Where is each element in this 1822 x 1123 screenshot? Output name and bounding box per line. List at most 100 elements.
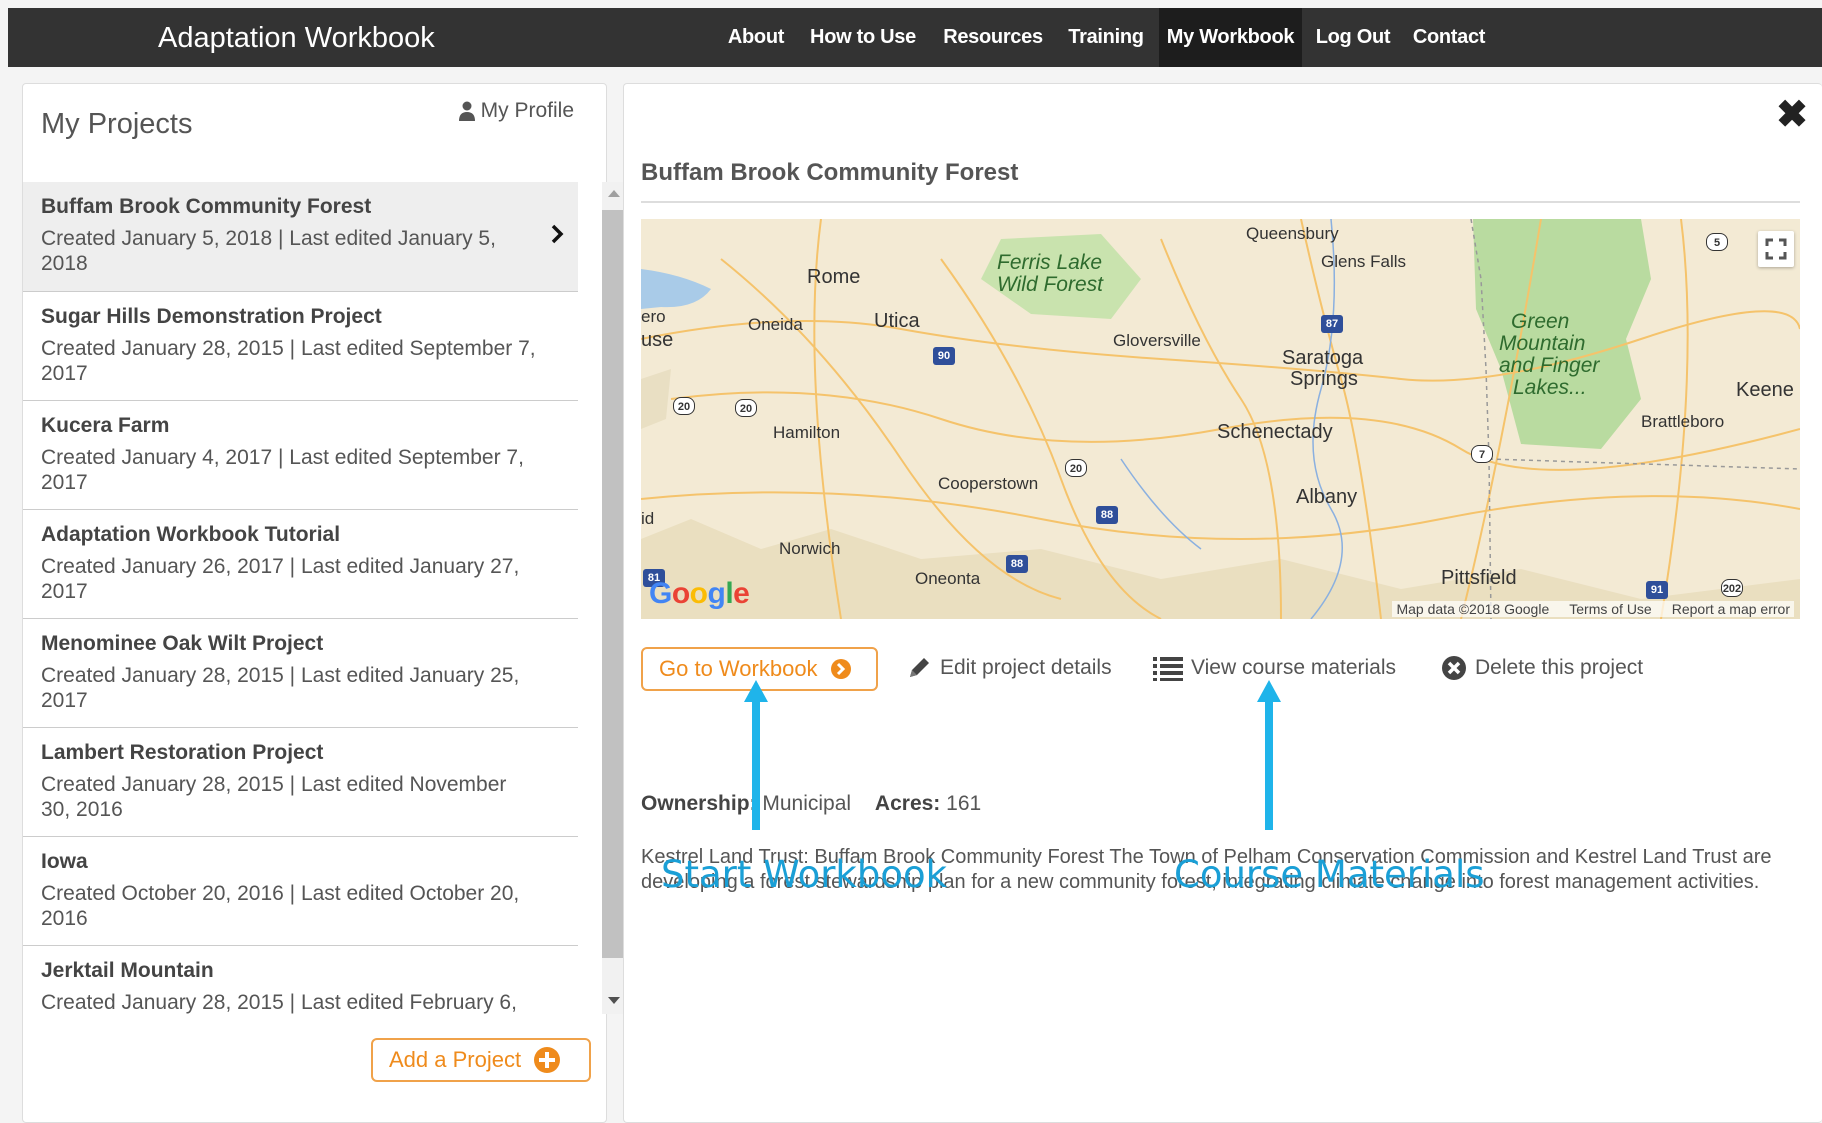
map-report-link[interactable]: Report a map error xyxy=(1672,601,1790,617)
map-label: and Finger xyxy=(1499,354,1600,377)
my-profile-link[interactable]: My Profile xyxy=(458,99,574,123)
google-logo: Google xyxy=(649,577,750,610)
project-name: Buffam Brook Community Forest xyxy=(41,195,372,218)
nav-log-out[interactable]: Log Out xyxy=(1310,8,1396,67)
map-footer: Map data ©2018 Google Terms of Use Repor… xyxy=(1392,601,1794,617)
route-shield: 7 xyxy=(1471,445,1493,463)
my-profile-label: My Profile xyxy=(480,99,574,122)
map-label: Oneida xyxy=(748,315,803,334)
plus-circle-icon xyxy=(534,1047,561,1073)
project-meta: Ownership: Municipal Acres: 161 xyxy=(641,792,981,816)
map-label: Keene xyxy=(1736,379,1794,401)
map-label: Cooperstown xyxy=(938,474,1039,493)
project-item[interactable]: Adaptation Workbook Tutorial Created Jan… xyxy=(23,509,578,618)
route-shield: 88 xyxy=(1006,555,1028,573)
map-label: Brattleboro xyxy=(1641,412,1725,431)
list-icon xyxy=(1153,657,1183,681)
project-map[interactable]: Queensbury Glens Falls Rome Ferris Lake … xyxy=(641,219,1800,619)
arrow-circle-right-icon xyxy=(830,659,851,679)
project-dates: Created January 28, 2015 | Last edited S… xyxy=(41,337,536,385)
map-label: Springs xyxy=(1290,368,1358,390)
project-name: Sugar Hills Demonstration Project xyxy=(41,305,382,328)
project-item[interactable]: Kucera Farm Created January 4, 2017 | La… xyxy=(23,400,578,509)
project-dates: Created October 20, 2016 | Last edited O… xyxy=(41,882,520,930)
map-label: Gloversville xyxy=(1113,331,1201,350)
title-divider xyxy=(641,201,1800,203)
arrow-up-icon xyxy=(1257,680,1281,830)
map-terms-link[interactable]: Terms of Use xyxy=(1569,601,1651,617)
project-dates: Created January 28, 2015 | Last edited F… xyxy=(41,991,517,1014)
project-item[interactable]: Buffam Brook Community Forest Created Ja… xyxy=(23,182,578,291)
projects-panel: My Projects My Profile Buffam Brook Comm… xyxy=(22,83,626,1123)
close-icon[interactable]: ✖ xyxy=(1776,96,1808,134)
map-label: Wild Forest xyxy=(997,273,1103,296)
project-dates: Created January 26, 2017 | Last edited J… xyxy=(41,555,520,603)
map-label: id xyxy=(641,509,655,528)
project-name: Jerktail Mountain xyxy=(41,959,214,982)
project-item[interactable]: Iowa Created October 20, 2016 | Last edi… xyxy=(23,836,578,945)
scroll-down-arrow-icon[interactable] xyxy=(608,997,620,1004)
project-item[interactable]: Lambert Restoration Project Created Janu… xyxy=(23,727,578,836)
project-name: Menominee Oak Wilt Project xyxy=(41,632,324,655)
project-list[interactable]: Buffam Brook Community Forest Created Ja… xyxy=(23,182,578,1014)
route-shield: 90 xyxy=(933,347,955,365)
map-label: Hamilton xyxy=(773,423,841,442)
annotation-start-workbook: Start Workbook xyxy=(661,853,948,896)
acres-label: Acres: xyxy=(874,792,941,815)
project-item[interactable]: Sugar Hills Demonstration Project Create… xyxy=(23,291,578,400)
delete-project-link[interactable]: Delete this project xyxy=(1441,655,1643,681)
nav-resources[interactable]: Resources xyxy=(937,8,1049,67)
map-label: Mountain xyxy=(1499,332,1586,355)
map-label: Lakes... xyxy=(1513,376,1587,399)
project-dates: Created January 28, 2015 | Last edited J… xyxy=(41,664,520,712)
route-shield: 88 xyxy=(1096,506,1118,524)
delete-project-label: Delete this project xyxy=(1475,656,1644,679)
map-label: Schenectady xyxy=(1217,421,1333,443)
scroll-up-arrow-icon[interactable] xyxy=(608,190,620,197)
map-label: Glens Falls xyxy=(1321,252,1407,271)
acres-value: 161 xyxy=(946,792,982,815)
project-actions: Go to Workbook Edit project details View… xyxy=(641,647,1800,691)
times-circle-icon xyxy=(1442,656,1466,680)
view-course-materials-label: View course materials xyxy=(1191,656,1397,679)
add-project-label: Add a Project xyxy=(389,1047,522,1072)
project-dates: Created January 4, 2017 | Last edited Se… xyxy=(41,446,524,494)
brand-title[interactable]: Adaptation Workbook xyxy=(158,22,435,55)
map-data-credit: Map data ©2018 Google xyxy=(1396,601,1550,617)
top-navbar: Adaptation Workbook About How to Use Res… xyxy=(8,8,1822,67)
add-project-button[interactable]: Add a Project xyxy=(371,1038,591,1082)
project-name: Lambert Restoration Project xyxy=(41,741,324,764)
project-title: Buffam Brook Community Forest xyxy=(641,159,1019,186)
project-dates: Created January 5, 2018 | Last edited Ja… xyxy=(41,227,496,275)
project-detail-panel: ✖ Buffam Brook Community Forest Queensbu… xyxy=(623,83,1822,1123)
project-dates: Created January 28, 2015 | Last edited N… xyxy=(41,773,507,821)
fullscreen-icon xyxy=(1765,238,1787,260)
map-label: Queensbury xyxy=(1246,224,1339,243)
nav-contact[interactable]: Contact xyxy=(1406,8,1492,67)
map-label: Oneonta xyxy=(915,569,981,588)
nav-training[interactable]: Training xyxy=(1061,8,1151,67)
ownership-label: Ownership: xyxy=(641,792,757,815)
edit-project-label: Edit project details xyxy=(940,656,1112,679)
project-name: Iowa xyxy=(41,850,88,873)
project-item[interactable]: Jerktail Mountain Created January 28, 20… xyxy=(23,945,578,1014)
route-shield: 20 xyxy=(1065,459,1087,477)
map-label: Saratoga xyxy=(1282,347,1364,369)
route-shield: 87 xyxy=(1321,315,1343,333)
fullscreen-button[interactable] xyxy=(1758,231,1794,267)
nav-my-workbook[interactable]: My Workbook xyxy=(1159,8,1302,67)
ownership-value: Municipal xyxy=(762,792,852,815)
edit-project-link[interactable]: Edit project details xyxy=(906,655,1112,681)
route-shield: 202 xyxy=(1721,579,1743,597)
chevron-right-icon xyxy=(551,224,564,244)
map-label: Ferris Lake xyxy=(997,251,1103,274)
project-item[interactable]: Menominee Oak Wilt Project Created Janua… xyxy=(23,618,578,727)
map-label: Pittsfield xyxy=(1441,567,1517,589)
nav-about[interactable]: About xyxy=(723,8,789,67)
go-to-workbook-label: Go to Workbook xyxy=(659,656,818,681)
nav-how-to-use[interactable]: How to Use xyxy=(803,8,923,67)
route-shield: 91 xyxy=(1646,581,1668,599)
annotation-course-materials: Course Materials xyxy=(1174,853,1485,896)
arrow-up-icon xyxy=(744,680,768,830)
user-icon xyxy=(458,101,475,121)
